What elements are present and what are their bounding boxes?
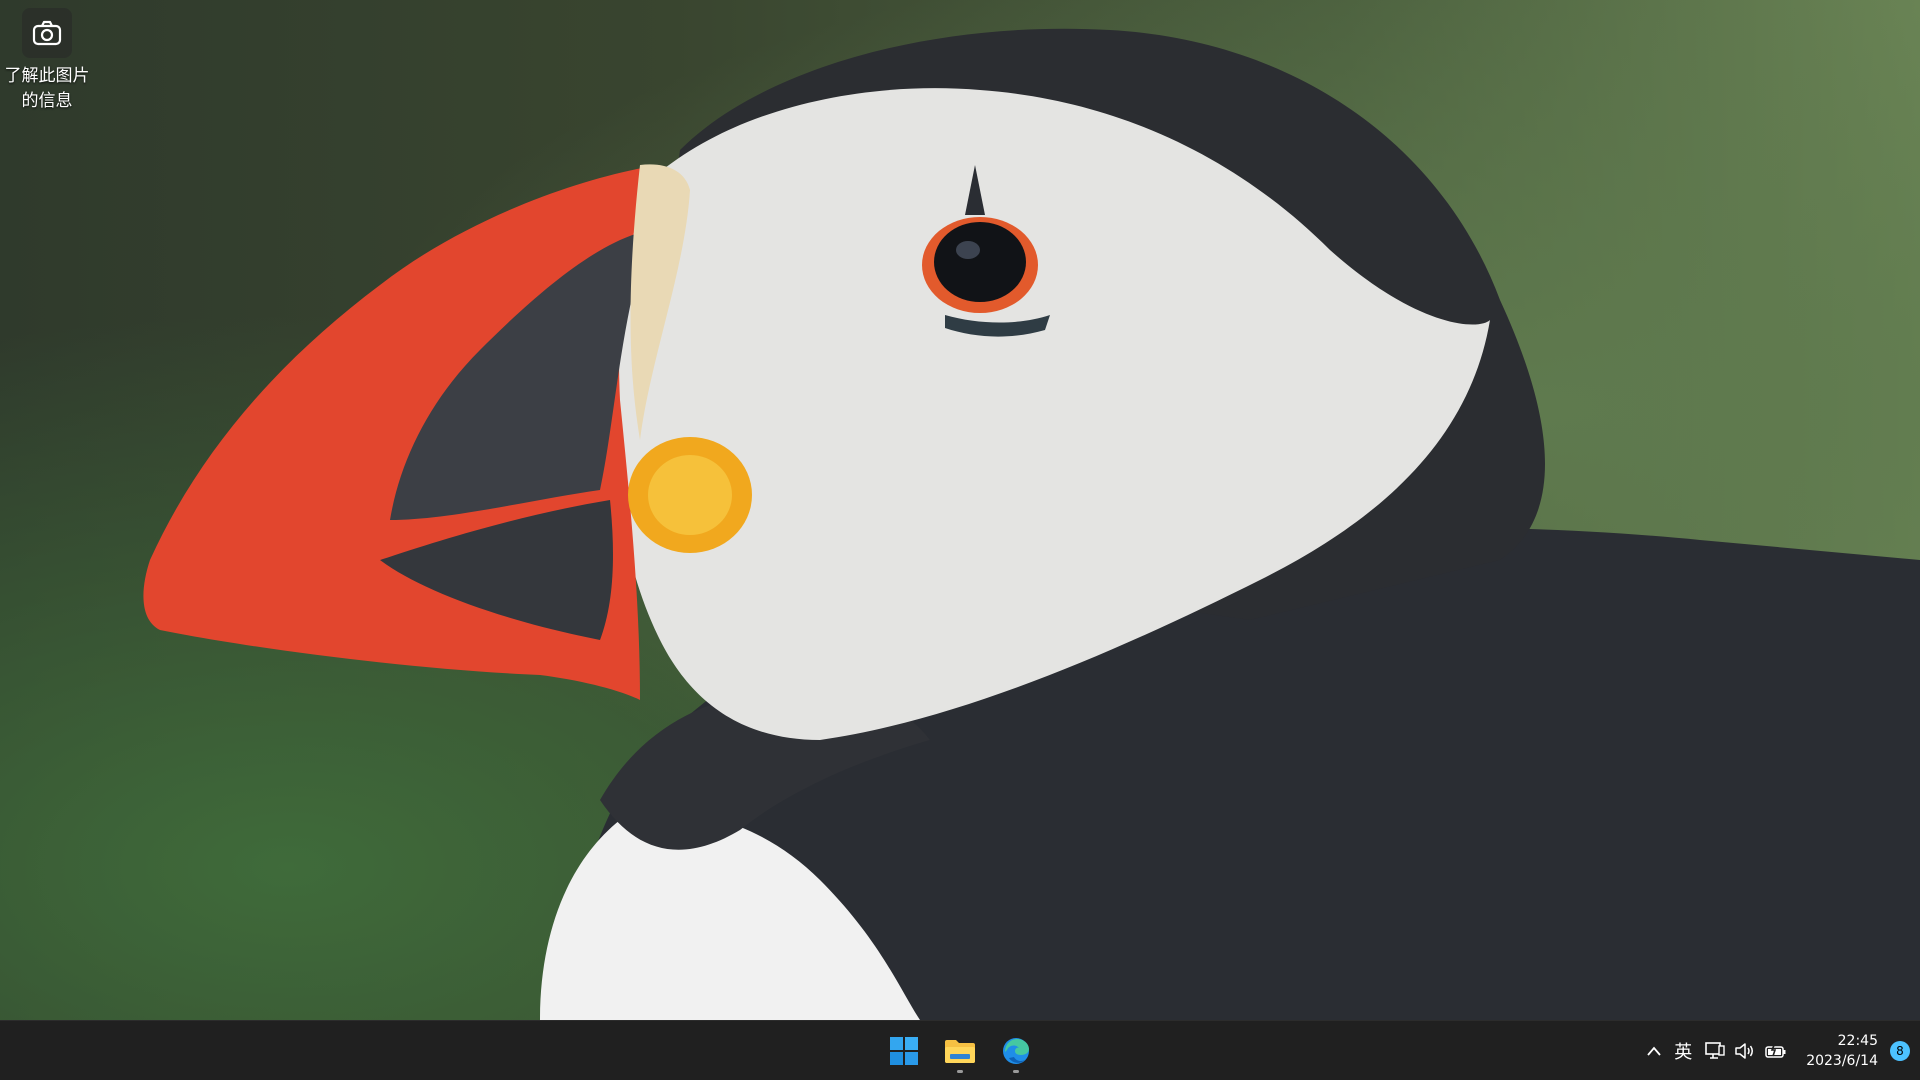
- desktop-icon-label: 了解此图片 的信息: [0, 64, 94, 114]
- clock-date: 2023/6/14: [1806, 1053, 1878, 1069]
- taskbar: 英 22:45 2023/6/14 8: [0, 1020, 1920, 1080]
- edge-button[interactable]: [992, 1027, 1040, 1075]
- puffin-wallpaper: [143, 28, 1920, 1020]
- battery-icon: [1765, 1042, 1786, 1058]
- input-method-indicator[interactable]: 英: [1668, 1031, 1698, 1071]
- start-button[interactable]: [880, 1027, 928, 1075]
- show-hidden-icons-button[interactable]: [1640, 1031, 1668, 1071]
- clock-time: 22:45: [1837, 1033, 1878, 1049]
- camera-icon: [22, 8, 72, 58]
- system-tray: 英 22:45 2023/6/14 8: [1640, 1021, 1920, 1081]
- notification-badge[interactable]: 8: [1890, 1041, 1910, 1061]
- desktop-icon-spotlight[interactable]: 了解此图片 的信息: [0, 8, 94, 114]
- desktop: 了解此图片 的信息: [0, 0, 1920, 1020]
- network-icon: [1705, 1042, 1725, 1059]
- desktop-icon-label-line2: 的信息: [21, 91, 73, 111]
- running-indicator: [1013, 1070, 1019, 1073]
- speaker-icon: [1735, 1043, 1754, 1059]
- quick-settings-button[interactable]: [1698, 1031, 1794, 1071]
- edge-browser-icon: [1003, 1038, 1029, 1064]
- chevron-up-icon: [1647, 1046, 1661, 1056]
- desktop-icon-label-line1: 了解此图片: [4, 66, 90, 86]
- taskbar-apps: [880, 1021, 1040, 1081]
- windows-start-icon: [890, 1037, 918, 1065]
- file-explorer-icon: [945, 1040, 975, 1063]
- clock[interactable]: 22:45 2023/6/14: [1794, 1031, 1886, 1071]
- file-explorer-button[interactable]: [936, 1027, 984, 1075]
- running-indicator: [957, 1070, 963, 1073]
